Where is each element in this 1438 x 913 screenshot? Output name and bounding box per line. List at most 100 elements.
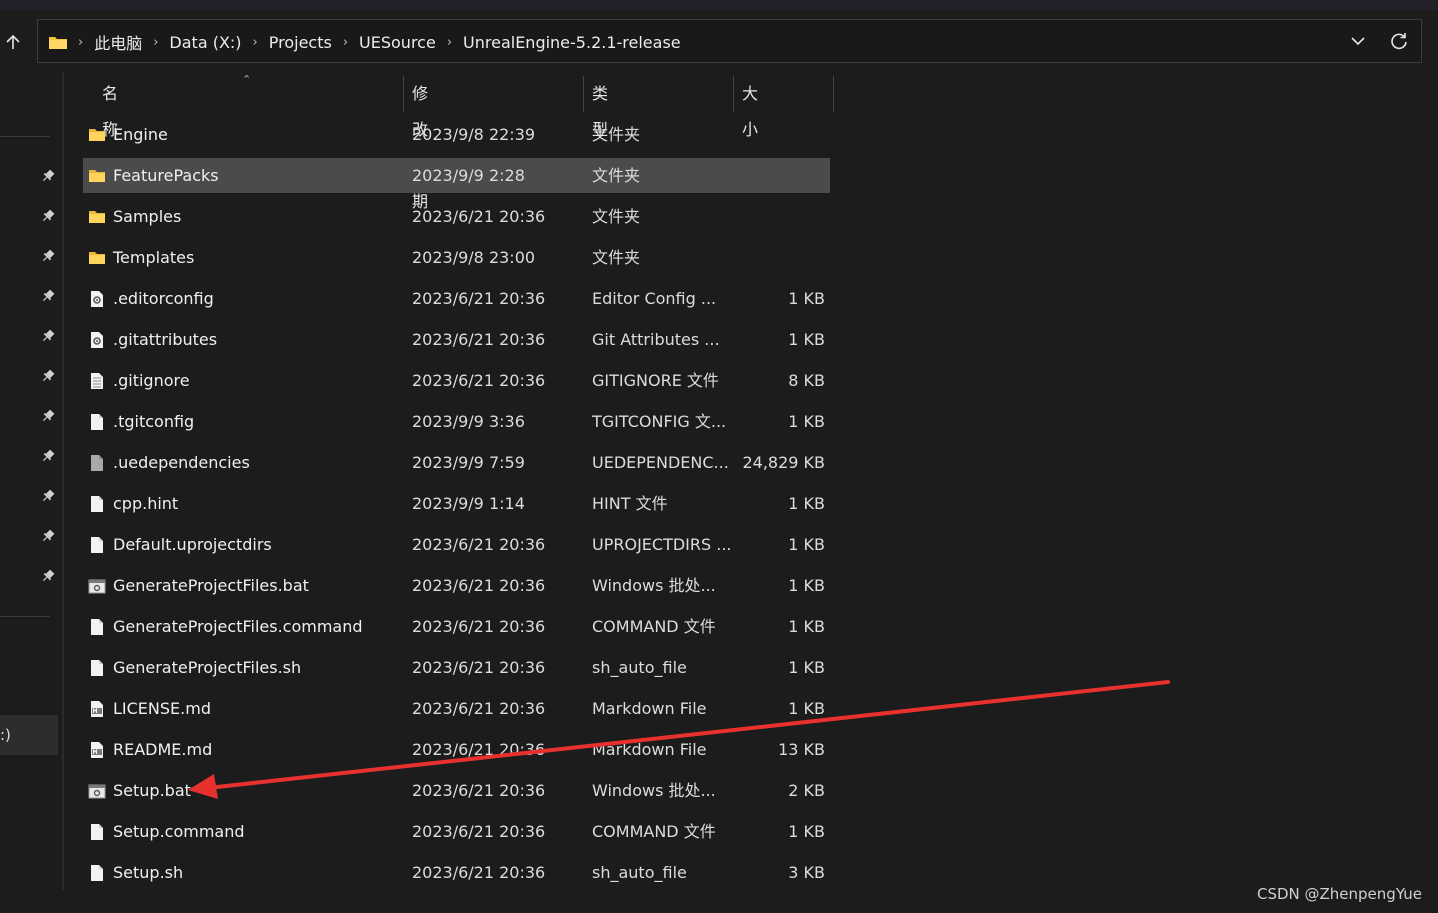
- file-size: 1 KB: [788, 535, 825, 554]
- config-file-icon: [91, 291, 103, 307]
- file-name: Templates: [113, 248, 195, 267]
- table-row[interactable]: .tgitconfig 2023/9/9 3:36 TGITCONFIG 文... 1…: [83, 404, 830, 439]
- file-name: FeaturePacks: [113, 166, 219, 185]
- folder-icon: [89, 170, 105, 182]
- table-row[interactable]: Templates 2023/9/8 23:00 文件夹: [83, 240, 830, 275]
- table-row[interactable]: Default.uprojectdirs 2023/6/21 20:36 UPROJ…: [83, 527, 830, 562]
- refresh-icon[interactable]: [1389, 31, 1409, 51]
- table-row[interactable]: .gitignore 2023/6/21 20:36 GITIGNORE 文件 8 K…: [83, 363, 830, 398]
- table-row[interactable]: GenerateProjectFiles.bat 2023/6/21 20:36 W…: [83, 568, 830, 603]
- pin-icon[interactable]: [40, 568, 56, 584]
- pin-icon[interactable]: [40, 448, 56, 464]
- file-name: LICENSE.md: [113, 699, 211, 718]
- table-row[interactable]: Samples 2023/6/21 20:36 文件夹: [83, 199, 830, 234]
- batch-file-icon: [88, 784, 106, 799]
- file-size: 1 KB: [788, 289, 825, 308]
- table-row[interactable]: .uedependencies 2023/9/9 7:59 UEDEPENDENC.…: [83, 445, 830, 480]
- file-name: .gitignore: [113, 371, 190, 390]
- file-name: Setup.bat: [113, 781, 191, 800]
- file-type: 文件夹: [592, 248, 641, 267]
- table-row[interactable]: GenerateProjectFiles.command 2023/6/21 20…: [83, 609, 830, 644]
- chevron-right-icon[interactable]: ›: [447, 35, 452, 50]
- file-date: 2023/6/21 20:36: [412, 535, 546, 554]
- file-name: Samples: [113, 207, 182, 226]
- file-size: 2 KB: [788, 781, 825, 800]
- pin-icon[interactable]: [40, 288, 56, 304]
- file-date: 2023/6/21 20:36: [412, 740, 546, 759]
- column-date[interactable]: 修改日期: [412, 76, 428, 211]
- folder-icon: [49, 37, 67, 49]
- title-strip: [0, 0, 1438, 10]
- pin-icon[interactable]: [40, 328, 56, 344]
- table-row[interactable]: README.md 2023/6/21 20:36 Markdown File 13 …: [83, 732, 830, 767]
- file-date: 2023/6/21 20:36: [412, 781, 546, 800]
- batch-file-icon: [88, 579, 106, 594]
- file-type: COMMAND 文件: [592, 822, 716, 841]
- file-date: 2023/9/8 23:00: [412, 248, 536, 267]
- file-size: 13 KB: [778, 740, 825, 759]
- column-divider[interactable]: [833, 76, 834, 112]
- chevron-right-icon[interactable]: ›: [153, 35, 158, 50]
- file-size: 1 KB: [788, 330, 825, 349]
- table-row[interactable]: FeaturePacks 2023/9/9 2:28 文件夹: [83, 158, 830, 193]
- column-divider[interactable]: [583, 76, 584, 112]
- pin-icon[interactable]: [40, 528, 56, 544]
- nav-item-selected[interactable]: :): [0, 715, 58, 755]
- table-row[interactable]: LICENSE.md 2023/6/21 20:36 Markdown File 1 …: [83, 691, 830, 726]
- breadcrumb-item[interactable]: UnrealEngine-5.2.1-release: [463, 33, 681, 52]
- file-size: 3 KB: [788, 863, 825, 882]
- table-row[interactable]: Setup.command 2023/6/21 20:36 COMMAND 文件 1 …: [83, 814, 830, 849]
- file-date: 2023/6/21 20:36: [412, 863, 546, 882]
- file-name: README.md: [113, 740, 213, 759]
- table-row[interactable]: .gitattributes 2023/6/21 20:36 Git Attribu…: [83, 322, 830, 357]
- table-row[interactable]: Setup.bat 2023/6/21 20:36 Windows 批处... 2 K…: [83, 773, 830, 808]
- folder-icon: [89, 129, 105, 141]
- file-date: 2023/9/9 7:59: [412, 453, 525, 472]
- file-date: 2023/6/21 20:36: [412, 822, 546, 841]
- chevron-down-icon[interactable]: [1349, 32, 1367, 50]
- breadcrumb-item[interactable]: Data (X:): [169, 33, 241, 52]
- table-row[interactable]: Engine 2023/9/8 22:39 文件夹: [83, 117, 830, 152]
- pin-icon[interactable]: [40, 488, 56, 504]
- file-size: 1 KB: [788, 617, 825, 636]
- pin-icon[interactable]: [40, 248, 56, 264]
- file-type: GITIGNORE 文件: [592, 371, 719, 390]
- status-area: [0, 890, 1438, 913]
- pin-icon[interactable]: [40, 408, 56, 424]
- file-date: 2023/6/21 20:36: [412, 658, 546, 677]
- table-row[interactable]: .editorconfig 2023/6/21 20:36 Editor Confi…: [83, 281, 830, 316]
- file-name: GenerateProjectFiles.command: [113, 617, 363, 636]
- chevron-right-icon[interactable]: ›: [78, 35, 83, 50]
- column-size[interactable]: 大小: [742, 76, 758, 139]
- file-date: 2023/6/21 20:36: [412, 330, 546, 349]
- table-row[interactable]: Setup.sh 2023/6/21 20:36 sh_auto_file 3 KB: [83, 855, 830, 890]
- column-type[interactable]: 类型: [592, 76, 608, 139]
- column-name[interactable]: 名称: [102, 76, 118, 139]
- pin-icon[interactable]: [40, 368, 56, 384]
- nav-divider: [0, 136, 50, 137]
- chevron-right-icon[interactable]: ›: [343, 35, 348, 50]
- breadcrumb-item[interactable]: Projects: [269, 33, 332, 52]
- file-icon: [91, 496, 103, 512]
- sort-ascending-icon: ⌃: [242, 73, 252, 86]
- chevron-right-icon[interactable]: ›: [253, 35, 258, 50]
- table-row[interactable]: cpp.hint 2023/9/9 1:14 HINT 文件 1 KB: [83, 486, 830, 521]
- breadcrumb-item[interactable]: 此电脑: [94, 30, 142, 54]
- file-type: 文件夹: [592, 125, 641, 144]
- address-bar[interactable]: › 此电脑 › Data (X:) › Projects › UESource …: [37, 19, 1422, 63]
- table-row[interactable]: GenerateProjectFiles.sh 2023/6/21 20:36 sh…: [83, 650, 830, 685]
- column-divider[interactable]: [733, 76, 734, 112]
- pin-icon[interactable]: [40, 208, 56, 224]
- file-type: sh_auto_file: [592, 863, 687, 882]
- file-type: UEDEPENDENC...: [592, 453, 729, 472]
- file-date: 2023/6/21 20:36: [412, 617, 546, 636]
- file-icon: [91, 865, 103, 881]
- up-arrow-button[interactable]: [0, 22, 26, 62]
- pin-icon[interactable]: [40, 168, 56, 184]
- file-date: 2023/9/9 1:14: [412, 494, 525, 513]
- column-divider[interactable]: [403, 76, 404, 112]
- nav-divider: [0, 616, 50, 617]
- breadcrumb-item[interactable]: UESource: [359, 33, 436, 52]
- file-icon: [91, 824, 103, 840]
- file-size: 1 KB: [788, 576, 825, 595]
